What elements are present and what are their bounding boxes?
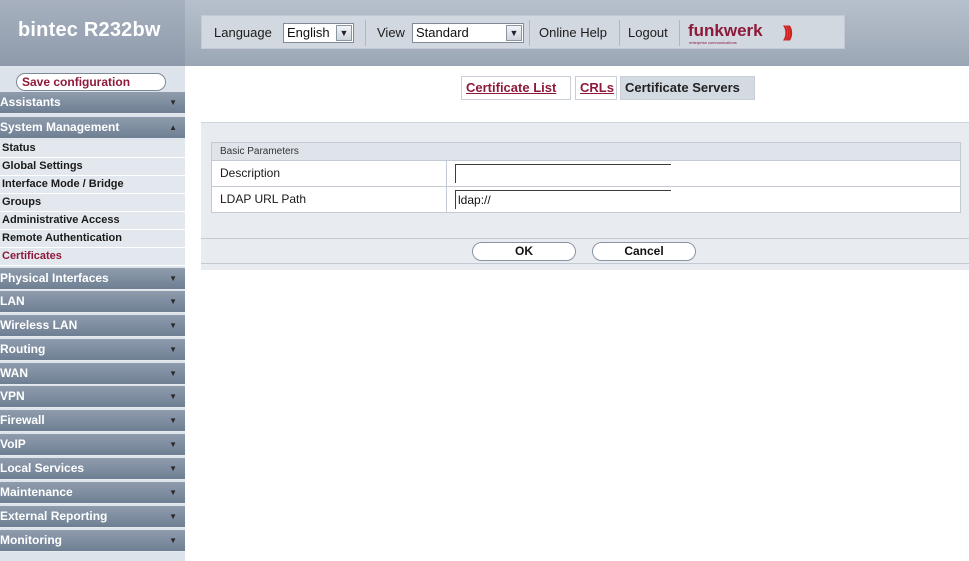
view-select-value: Standard <box>416 25 469 40</box>
sidebar-item-wan[interactable]: WAN ▼ <box>0 363 185 385</box>
sidebar-item-wireless-lan[interactable]: Wireless LAN ▼ <box>0 315 185 337</box>
sidebar-subitem-interface-mode[interactable]: Interface Mode / Bridge <box>0 176 185 194</box>
language-label: Language <box>214 25 272 40</box>
chevron-down-icon: ▼ <box>169 297 177 306</box>
sidebar-item-label: VPN <box>0 389 25 403</box>
sidebar-item-local-services[interactable]: Local Services ▼ <box>0 458 185 480</box>
language-select[interactable]: English ▼ <box>283 23 354 43</box>
sidebar-item-monitoring[interactable]: Monitoring ▼ <box>0 530 185 552</box>
description-label: Description <box>212 161 447 186</box>
main-content: Certificate List CRLs Certificate Server… <box>185 66 969 561</box>
chevron-down-icon: ▼ <box>169 464 177 473</box>
brand-title: bintec R232bw <box>18 19 161 41</box>
sidebar-item-label: Routing <box>0 342 46 356</box>
sidebar: Save configuration Assistants ▼ System M… <box>0 66 185 561</box>
online-help-link[interactable]: Online Help <box>539 22 607 44</box>
sidebar-item-external-reporting[interactable]: External Reporting ▼ <box>0 506 185 528</box>
toolbar-divider <box>679 20 680 46</box>
funkwerk-logo: funkwerk ))) enterprise communications <box>688 21 793 45</box>
sidebar-item-label: Local Services <box>0 461 85 475</box>
chevron-down-icon: ▼ <box>169 98 177 107</box>
sidebar-subitem-bridge-groups[interactable]: Groups <box>0 194 185 212</box>
sidebar-item-label: LAN <box>0 294 25 308</box>
chevron-down-icon: ▼ <box>169 274 177 283</box>
sidebar-subitem-certificates[interactable]: Certificates <box>0 248 185 266</box>
description-input[interactable] <box>455 164 671 183</box>
sidebar-item-label: VoIP <box>0 437 26 451</box>
header: bintec R232bw Language English ▼ View St… <box>0 0 969 66</box>
tab-crls[interactable]: CRLs <box>575 76 617 100</box>
signal-arcs-icon: ))) <box>783 24 793 41</box>
top-toolbar: Language English ▼ View Standard ▼ Onlin… <box>201 15 845 49</box>
sidebar-item-vpn[interactable]: VPN ▼ <box>0 386 185 408</box>
brand-area: bintec R232bw <box>0 0 185 66</box>
toolbar-divider <box>365 20 366 46</box>
toolbar-divider <box>529 20 530 46</box>
chevron-down-icon: ▼ <box>169 440 177 449</box>
chevron-down-icon: ▼ <box>169 488 177 497</box>
language-select-value: English <box>287 25 330 40</box>
button-bar: OK Cancel <box>201 238 969 264</box>
chevron-down-icon[interactable]: ▼ <box>506 25 522 41</box>
tab-certificate-servers[interactable]: Certificate Servers <box>620 76 755 100</box>
ok-button[interactable]: OK <box>472 242 576 261</box>
chevron-down-icon: ▼ <box>169 369 177 378</box>
sidebar-item-physical-interfaces[interactable]: Physical Interfaces ▼ <box>0 268 185 290</box>
sidebar-item-system-management[interactable]: System Management ▲ <box>0 117 185 139</box>
sidebar-item-assistants[interactable]: Assistants ▼ <box>0 92 185 114</box>
sidebar-subitem-administrative-access[interactable]: Administrative Access <box>0 212 185 230</box>
logo-subtitle: enterprise communications <box>689 40 737 45</box>
tab-certificate-list[interactable]: Certificate List <box>461 76 571 100</box>
sidebar-item-label: Monitoring <box>0 533 62 547</box>
save-configuration-button[interactable]: Save configuration <box>16 73 166 91</box>
logo-text: funkwerk <box>688 21 763 40</box>
view-select[interactable]: Standard ▼ <box>412 23 524 43</box>
chevron-down-icon: ▼ <box>169 321 177 330</box>
sidebar-subitem-status[interactable]: Status <box>0 140 185 158</box>
sidebar-item-label: Maintenance <box>0 485 73 499</box>
sidebar-item-label: WAN <box>0 366 28 380</box>
sidebar-subitem-remote-authentication[interactable]: Remote Authentication <box>0 230 185 248</box>
form-row-ldap-url-path: LDAP URL Path <box>211 187 961 213</box>
sidebar-item-firewall[interactable]: Firewall ▼ <box>0 410 185 432</box>
chevron-down-icon: ▼ <box>169 512 177 521</box>
sidebar-item-label: External Reporting <box>0 509 108 523</box>
sidebar-item-label: Firewall <box>0 413 45 427</box>
sidebar-item-label: System Management <box>0 120 120 134</box>
section-title: Basic Parameters <box>211 142 961 161</box>
form-row-description: Description <box>211 161 961 187</box>
view-label: View <box>377 25 405 40</box>
sidebar-item-maintenance[interactable]: Maintenance ▼ <box>0 482 185 504</box>
chevron-down-icon: ▼ <box>169 536 177 545</box>
sidebar-item-label: Assistants <box>0 95 61 109</box>
sidebar-item-lan[interactable]: LAN ▼ <box>0 291 185 313</box>
ldap-url-path-label: LDAP URL Path <box>212 187 447 212</box>
cancel-button[interactable]: Cancel <box>592 242 696 261</box>
logout-link[interactable]: Logout <box>628 22 668 44</box>
chevron-down-icon: ▼ <box>169 345 177 354</box>
sidebar-item-label: Wireless LAN <box>0 318 78 332</box>
sidebar-item-label: Physical Interfaces <box>0 271 109 285</box>
sidebar-item-voip[interactable]: VoIP ▼ <box>0 434 185 456</box>
chevron-down-icon: ▼ <box>169 392 177 401</box>
sidebar-item-routing[interactable]: Routing ▼ <box>0 339 185 361</box>
chevron-up-icon: ▲ <box>169 123 177 132</box>
ldap-url-path-input[interactable] <box>455 190 671 209</box>
toolbar-divider <box>619 20 620 46</box>
chevron-down-icon: ▼ <box>169 416 177 425</box>
chevron-down-icon[interactable]: ▼ <box>336 25 352 41</box>
sidebar-subitem-global-settings[interactable]: Global Settings <box>0 158 185 176</box>
